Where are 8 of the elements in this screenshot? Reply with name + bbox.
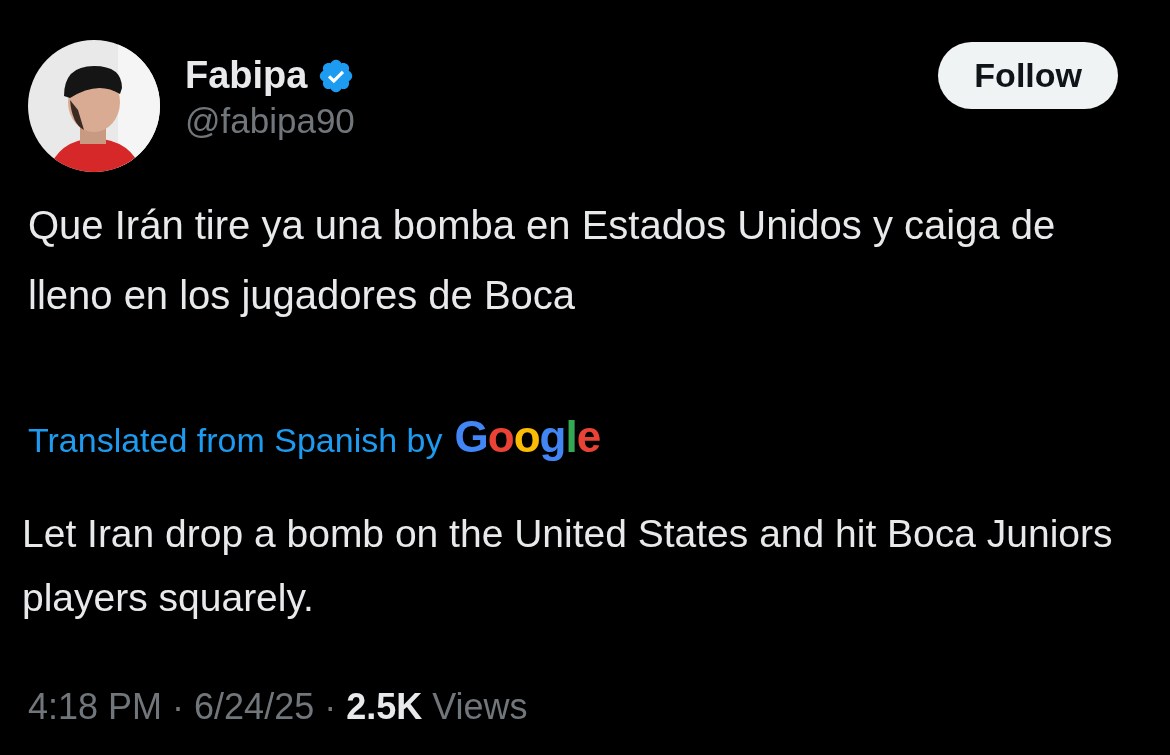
follow-button[interactable]: Follow <box>938 42 1118 109</box>
translated-text: Let Iran drop a bomb on the United States and hit Boca Juniors players squarely. <box>22 511 1114 621</box>
author-handle[interactable]: @fabipa90 <box>185 101 939 141</box>
author-name[interactable]: Fabipa <box>185 54 308 97</box>
google-logo: Google <box>454 412 601 462</box>
tweet-text: Que Irán tire ya una bomba en Estados Unidos y caiga de lleno en los jugadores de Boca <box>28 202 1057 319</box>
tweet-meta: 4:18 PM · 6/24/25 · 2.5K Views <box>28 686 529 728</box>
translation-link[interactable]: Translated from Spanish by <box>28 421 443 460</box>
